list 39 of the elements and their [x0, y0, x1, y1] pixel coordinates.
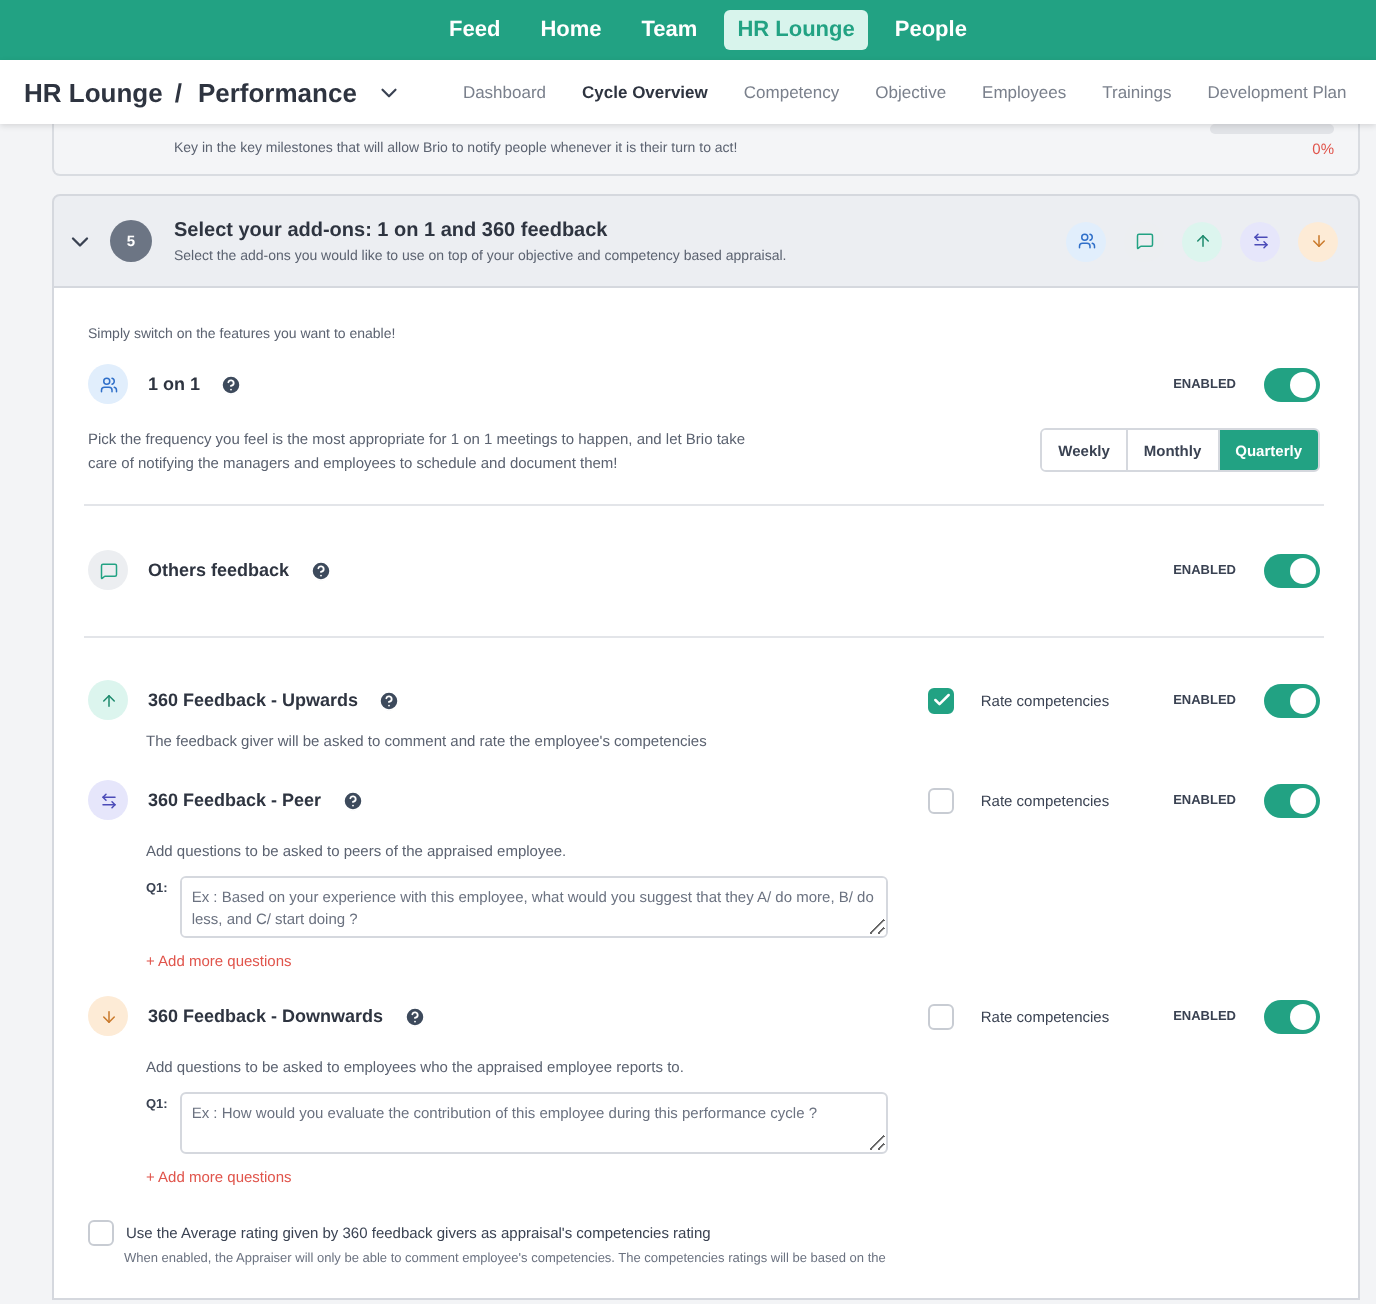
toggle-switch[interactable] [1264, 367, 1320, 401]
toggle-switch[interactable] [1264, 553, 1320, 587]
nav-tab[interactable]: Feed [435, 10, 515, 50]
breadcrumb-page: Performance [197, 77, 357, 107]
chat-bubble-icon [88, 550, 128, 590]
toggle-switch[interactable] [1264, 683, 1320, 717]
nav-tab[interactable]: HR Lounge [723, 10, 869, 50]
step-title: Select your add-ons: 1 on 1 and 360 feedback [174, 219, 610, 241]
breadcrumb-separator: / [174, 77, 182, 107]
sub-tab[interactable]: Objective [875, 82, 947, 102]
help-icon[interactable] [341, 789, 364, 811]
feature-title: 360 Feedback - Upwards [148, 690, 359, 710]
sub-tab[interactable]: Cycle Overview [582, 82, 708, 102]
people-icon [1066, 221, 1106, 261]
nav-tab[interactable]: Team [627, 10, 712, 50]
sub-tab[interactable]: Competency [743, 82, 840, 102]
feature-title: 1 on 1 [148, 374, 201, 394]
sub-tab[interactable]: Dashboard [462, 82, 547, 102]
toggle-switch[interactable] [1264, 999, 1320, 1033]
average-checkbox[interactable] [88, 1220, 114, 1246]
feature-title: 360 Feedback - Downwards [148, 1006, 384, 1026]
rate-checkbox[interactable] [928, 1003, 955, 1029]
sub-tab[interactable]: Trainings [1102, 82, 1172, 102]
feature-title: 360 Feedback - Peer [148, 790, 322, 810]
help-icon[interactable] [378, 689, 401, 711]
rate-checkbox[interactable] [928, 787, 955, 813]
help-icon[interactable] [403, 1005, 426, 1027]
nav-tab[interactable]: People [880, 10, 981, 50]
breadcrumb-section[interactable]: HR Lounge [24, 77, 163, 107]
rate-checkbox[interactable] [928, 687, 955, 713]
sub-tab[interactable]: Employees [982, 82, 1067, 102]
feature-title: Others feedback [148, 560, 290, 580]
toggle-switch[interactable] [1264, 783, 1320, 817]
people-icon [88, 364, 128, 404]
help-icon[interactable] [309, 559, 332, 581]
sub-tab[interactable]: Development Plan [1207, 82, 1347, 102]
nav-tab[interactable]: Home [526, 10, 616, 50]
help-icon[interactable] [220, 373, 243, 395]
check-icon [931, 690, 952, 710]
